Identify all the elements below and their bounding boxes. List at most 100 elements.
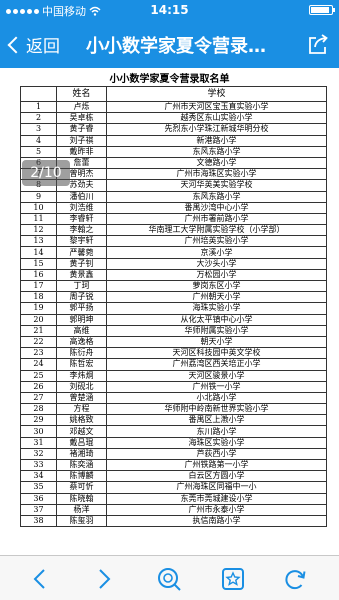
header-index [20,86,57,102]
row-index: 14 [20,246,57,259]
table-row: 11 李睿轩 广州市署前路小学 [20,212,327,226]
school-name: 广州培英实验小学 [106,235,327,248]
table-row: 25 李炜炯 天河区骏景小学 [20,369,327,382]
school-name: 番禺区上漖小学 [106,414,327,427]
back-arrow-icon[interactable] [28,566,54,592]
table-row: 32 褚湘琦 芦荻西小学 [20,447,327,461]
school-name: 华师附中岭南新世界实验小学 [106,403,327,416]
row-index: 35 [20,481,57,494]
table-row: 20 郭明坤 从化太平镇中心小学 [20,313,327,326]
row-index: 34 [20,470,57,483]
school-name: 小北路小学 [106,391,327,405]
row-index: 27 [20,391,57,405]
school-name: 广州市署前路小学 [106,212,327,226]
school-name: 天河区科技园中英文学校 [106,347,327,360]
table-row: 9 潘伯川 东风东路小学 [20,190,327,203]
school-name: 先烈东小学珠江新城华明分校 [106,123,327,136]
page-indicator: 2/10 [22,160,70,186]
school-name: 广州荔湾区西关培正小学 [106,358,327,371]
table-row: 17 丁珂 萝岗东区小学 [20,279,327,293]
school-name: 天河区骏景小学 [106,369,327,382]
school-name: 万松园小学 [106,268,327,282]
row-index: 9 [20,190,57,203]
student-name: 黄景鑫 [56,268,107,282]
school-name: 白云区方圆小学 [106,470,327,483]
school-name: 广州市海珠区实验小学 [106,168,327,181]
student-name: 黄子钊 [56,257,107,270]
table-row: 13 黎宇轩 广州培英实验小学 [20,235,327,248]
table-row: 14 严馨菀 京溪小学 [20,246,327,259]
school-name: 番禺沙湾中心小学 [106,201,327,214]
row-index: 16 [20,268,57,282]
school-name: 东川路小学 [106,425,327,438]
student-name: 戴吕琨 [56,436,107,449]
header-school: 学校 [106,86,327,102]
table-row: 26 刘砚北 广州铁一小学 [20,380,327,393]
school-name: 京溪小学 [106,246,327,259]
row-index: 2 [20,112,57,125]
row-index: 19 [20,302,57,315]
row-index: 25 [20,369,57,382]
student-name: 黎宇轩 [56,235,107,248]
table-row: 22 高逸格 朝天小学 [20,335,327,349]
row-index: 28 [20,403,57,416]
student-name: 陈博麟 [56,470,107,483]
school-name: 广州市天河区宝玉直实验小学 [106,100,327,114]
table-row: 35 蔡可忻 广州海珠区同福中一小 [20,481,327,494]
school-name: 新港路小学 [106,134,327,147]
row-index: 22 [20,335,57,349]
status-bar: 中国移动 14:15 [0,0,339,20]
school-name: 越秀区东山实验小学 [106,112,327,125]
chevron-left-icon [7,36,25,53]
table-row: 19 郭平扬 海珠实验小学 [20,302,327,315]
student-name: 严馨菀 [56,246,107,259]
row-index: 30 [20,425,57,438]
school-name: 海珠区实验小学 [106,436,327,449]
table-header-row: 姓名 学校 [20,86,327,102]
table-row: 3 黄子睿 先烈东小学珠江新城华明分校 [20,123,327,136]
student-name: 陈衍舟 [56,347,107,360]
student-name: 吴卓栋 [56,112,107,125]
row-index: 36 [20,492,57,505]
document-viewer[interactable]: 小小数学家夏令营录取名单 姓名 学校 1 卢烁 广州市天河区宝玉直实验小学 2 吴卓栋越… [0,68,339,555]
student-name: 高维 [56,324,107,337]
school-name: 广州铁一小学 [106,380,327,393]
share-icon[interactable] [307,33,329,55]
school-name: 萝岗东区小学 [106,279,327,293]
student-name: 邓越文 [56,425,107,438]
student-name: 褚湘琦 [56,447,107,461]
header-name: 姓名 [56,86,107,102]
school-name: 东莞市莞城建设小学 [106,492,327,505]
search-icon[interactable] [156,566,182,592]
table-row: 31 戴吕琨 海珠区实验小学 [20,436,327,449]
page-title: 小小数学家夏令营录… [86,36,266,57]
student-name: 曾楚涵 [56,391,107,405]
bottom-toolbar [0,555,339,600]
battery-icon [309,5,335,15]
row-index: 38 [20,514,57,528]
row-index: 3 [20,123,57,136]
table-row: 16 黄景鑫 万松园小学 [20,268,327,282]
row-index: 12 [20,224,57,237]
student-name: 方程 [56,403,107,416]
refresh-icon[interactable] [282,566,308,592]
back-button[interactable]: 返回 [4,32,60,57]
row-index: 10 [20,201,57,214]
bookmark-star-icon[interactable] [220,566,246,592]
table-row: 29 姚格致 番禺区上漖小学 [20,414,327,427]
student-name: 刘子祺 [56,134,107,147]
document-title: 小小数学家夏令营录取名单 [109,74,230,85]
student-name: 蔡可忻 [56,481,107,494]
school-name: 朝天小学 [106,335,327,349]
table-row: 12 李翰之 华南理工大学附属实验学校（小学部） [20,224,327,237]
table-row: 4 刘子祺 新港路小学 [20,134,327,147]
student-name: 杨洋 [56,503,107,516]
student-name: 黄子睿 [56,123,107,136]
row-index: 5 [20,145,57,158]
row-index: 29 [20,414,57,427]
school-name: 东风东路小学 [106,190,327,203]
student-name: 李炜炯 [56,369,107,382]
table-row: 18 周子锐 广州朝天小学 [20,291,327,304]
forward-arrow-icon[interactable] [90,566,116,592]
student-name: 李翰之 [56,224,107,237]
